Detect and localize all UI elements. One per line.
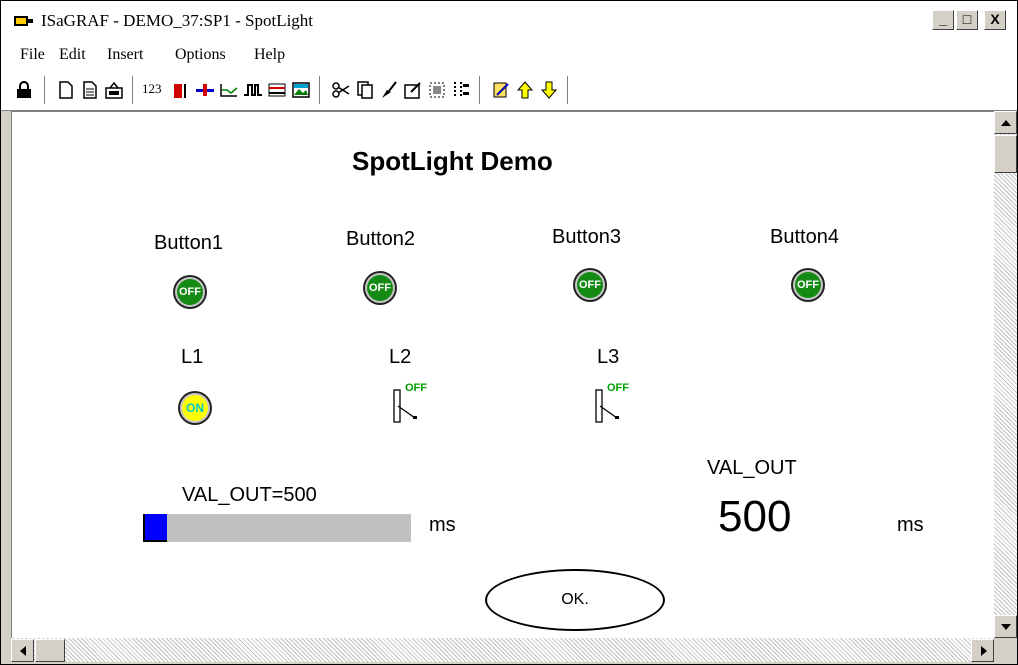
- switch-icon[interactable]: [243, 80, 263, 100]
- paint-icon[interactable]: [379, 80, 399, 100]
- trend-icon[interactable]: [219, 80, 239, 100]
- arrow-left-icon: [20, 646, 26, 656]
- button3-label: Button3: [552, 226, 621, 248]
- button4-label: Button4: [770, 226, 839, 248]
- ok-button-label: OK.: [561, 591, 589, 608]
- menu-file[interactable]: File: [20, 46, 45, 64]
- bar-label: VAL_OUT=500: [182, 484, 317, 506]
- ok-button[interactable]: OK.: [485, 569, 665, 631]
- scroll-left-button[interactable]: [11, 639, 34, 662]
- menu-options[interactable]: Options: [175, 46, 226, 64]
- value-label: VAL_OUT: [707, 457, 797, 479]
- arrow-up-icon: [1001, 120, 1011, 126]
- button1-label: Button1: [154, 232, 223, 254]
- minimize-button[interactable]: _: [932, 10, 954, 30]
- lamp-l2-state: OFF: [405, 382, 427, 394]
- properties-icon[interactable]: [403, 80, 423, 100]
- arrow-right-icon: [981, 646, 987, 656]
- title-bar[interactable]: ISaGRAF - DEMO_37:SP1 - SpotLight _ □ X: [1, 1, 1017, 38]
- panel-heading: SpotLight Demo: [352, 146, 553, 176]
- grid-icon[interactable]: [267, 80, 287, 100]
- scroll-corner: [994, 638, 1017, 662]
- copy-icon[interactable]: [355, 80, 375, 100]
- menu-edit[interactable]: Edit: [59, 46, 86, 64]
- numeric-icon[interactable]: 123: [142, 81, 162, 97]
- close-button[interactable]: X: [984, 10, 1006, 30]
- align-icon[interactable]: [451, 80, 471, 100]
- toolbar-separator: [567, 76, 569, 104]
- menu-help[interactable]: Help: [254, 46, 285, 64]
- toolbar-separator: [44, 76, 46, 104]
- button1-state: OFF: [177, 279, 203, 305]
- lamp-l3-label: L3: [597, 346, 620, 368]
- slider-icon[interactable]: [195, 80, 215, 100]
- window-frame-left: [1, 111, 11, 664]
- lamp-l2-label: L2: [389, 346, 412, 368]
- lamp-l2-switch: OFF: [389, 382, 429, 424]
- button2-state: OFF: [367, 275, 393, 301]
- window-title: ISaGRAF - DEMO_37:SP1 - SpotLight: [41, 11, 314, 30]
- button2-label: Button2: [346, 228, 415, 250]
- document-icon[interactable]: [80, 80, 100, 100]
- scroll-right-button[interactable]: [971, 639, 994, 662]
- cut-icon[interactable]: [331, 80, 351, 100]
- scroll-up-button[interactable]: [994, 111, 1017, 134]
- maximize-icon: □: [962, 11, 972, 27]
- bar-unit: ms: [429, 514, 456, 536]
- scroll-thumb[interactable]: [994, 135, 1017, 173]
- value-bar: [143, 514, 411, 542]
- lamp-l3-switch: OFF: [591, 382, 631, 424]
- open-icon[interactable]: [104, 80, 124, 100]
- value-bar-fill: [143, 514, 168, 542]
- value-unit: ms: [897, 514, 924, 536]
- new-file-icon[interactable]: [56, 80, 76, 100]
- horizontal-scrollbar[interactable]: [11, 638, 994, 662]
- vertical-scrollbar[interactable]: [994, 111, 1017, 638]
- menu-insert[interactable]: Insert: [107, 46, 143, 64]
- button4-state: OFF: [795, 272, 821, 298]
- menu-bar: File Edit Insert Options Help: [1, 38, 1017, 71]
- lock-icon[interactable]: [14, 80, 34, 100]
- lamp-l3-state: OFF: [607, 382, 629, 394]
- lamp-l1: ON: [178, 391, 212, 425]
- scroll-down-button[interactable]: [994, 615, 1017, 638]
- application-window: ISaGRAF - DEMO_37:SP1 - SpotLight _ □ X …: [0, 0, 1018, 665]
- arrow-down-icon: [1001, 624, 1011, 630]
- down-arrow-icon[interactable]: [539, 80, 559, 100]
- edit-icon[interactable]: [491, 80, 511, 100]
- image-icon[interactable]: [291, 80, 311, 100]
- button3-push[interactable]: OFF: [573, 268, 607, 302]
- button4-push[interactable]: OFF: [791, 268, 825, 302]
- minimize-icon: _: [939, 11, 947, 27]
- bar-icon[interactable]: [171, 80, 191, 100]
- toolbar-separator: [132, 76, 134, 104]
- maximize-button[interactable]: □: [956, 10, 978, 30]
- up-arrow-icon[interactable]: [515, 80, 535, 100]
- toolbar-separator: [479, 76, 481, 104]
- button1-push[interactable]: OFF: [173, 275, 207, 309]
- button2-push[interactable]: OFF: [363, 271, 397, 305]
- lamp-l1-state: ON: [182, 395, 208, 421]
- button3-state: OFF: [577, 272, 603, 298]
- toolbar: 123: [1, 70, 1017, 111]
- toolbar-separator: [319, 76, 321, 104]
- horizontal-scroll-thumb[interactable]: [35, 639, 65, 662]
- spotlight-panel: SpotLight Demo Button1 Button2 Button3 B…: [11, 111, 995, 639]
- select-icon[interactable]: [427, 80, 447, 100]
- close-icon: X: [990, 11, 1000, 27]
- app-icon[interactable]: [13, 13, 35, 29]
- lamp-l1-label: L1: [181, 346, 204, 368]
- value-display: 500: [718, 492, 792, 541]
